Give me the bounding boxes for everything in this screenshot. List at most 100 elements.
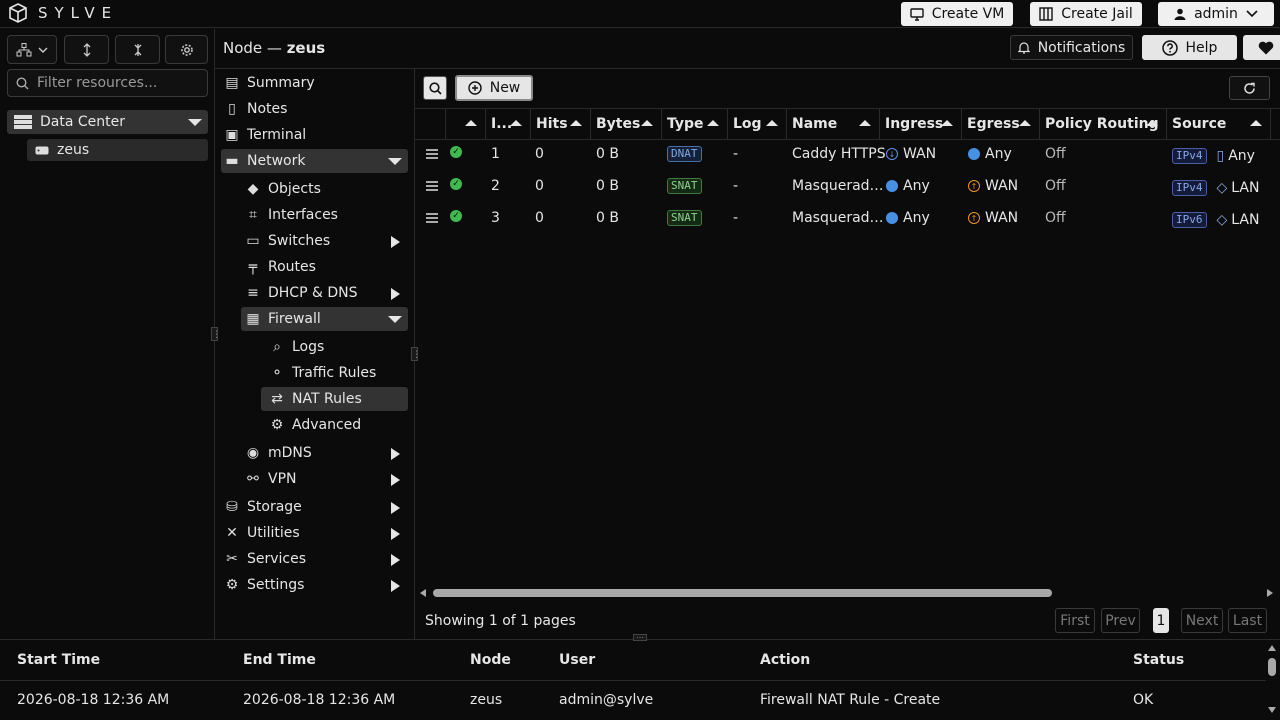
col-source[interactable]: Source	[1167, 109, 1271, 139]
col-log[interactable]: Log	[728, 109, 787, 139]
cell-id: 2	[491, 178, 500, 194]
refresh-button[interactable]	[1229, 76, 1270, 100]
first-page-button[interactable]: First	[1055, 608, 1095, 633]
drag-handle-icon[interactable]	[426, 144, 438, 164]
drag-handle-icon[interactable]	[426, 176, 438, 196]
user-menu-button[interactable]: admin	[1158, 2, 1274, 26]
nav-dhcp-dns[interactable]: ≡ DHCP & DNS	[245, 281, 408, 305]
col-log-label: Log	[733, 116, 762, 132]
nav-summary[interactable]: ▤ Summary	[224, 71, 408, 95]
next-page-button[interactable]: Next	[1181, 608, 1223, 633]
nav-mdns[interactable]: ◉ mDNS	[245, 441, 408, 465]
cell-log: -	[733, 210, 739, 226]
nav-logs[interactable]: ⌕ Logs	[265, 335, 408, 359]
cell-log: -	[733, 178, 739, 194]
node-header: Node — zeus Notifications Help	[215, 29, 1280, 69]
horizontal-scrollbar[interactable]	[415, 587, 1280, 599]
task-col-user[interactable]: User	[559, 652, 595, 668]
col-drag	[415, 109, 446, 139]
col-egress[interactable]: Egress	[962, 109, 1040, 139]
cell-bytes: 0 B	[596, 178, 619, 194]
scroll-right-icon[interactable]	[1267, 589, 1273, 597]
col-enabled[interactable]	[446, 109, 486, 139]
task-col-action[interactable]: Action	[760, 652, 810, 668]
col-type-label: Type	[667, 116, 704, 132]
prev-page-button[interactable]: Prev	[1101, 608, 1140, 633]
egress-label: Any	[985, 146, 1012, 162]
vertical-scrollbar[interactable]	[1266, 641, 1278, 720]
col-id[interactable]: I...	[486, 109, 531, 139]
nav-firewall-label: Firewall	[268, 311, 321, 327]
type-badge: SNAT	[667, 210, 702, 226]
nav-objects[interactable]: ◆ Objects	[245, 177, 408, 201]
nav-firewall[interactable]: ▦ Firewall	[241, 307, 408, 331]
summary-icon: ▤	[225, 75, 239, 91]
title-prefix: Node —	[223, 39, 282, 57]
traffic-icon: ⚬	[271, 365, 283, 381]
col-name[interactable]: Name	[787, 109, 880, 139]
nav-terminal[interactable]: ▣ Terminal	[224, 123, 408, 147]
nav-routes[interactable]: ╤ Routes	[245, 255, 408, 279]
new-rule-button[interactable]: New	[455, 75, 533, 101]
col-bytes[interactable]: Bytes	[591, 109, 662, 139]
collapse-all-button[interactable]	[115, 35, 160, 64]
scroll-up-icon[interactable]	[1268, 645, 1276, 651]
type-badge: SNAT	[667, 178, 702, 194]
scroll-left-icon[interactable]	[420, 589, 426, 597]
nav-traffic-rules[interactable]: ⚬ Traffic Rules	[265, 361, 408, 385]
scrollbar-thumb[interactable]	[433, 589, 1052, 597]
tree-item-data-center[interactable]: Data Center	[7, 110, 208, 134]
host-icon: ▯	[1216, 148, 1225, 164]
help-button[interactable]: Help	[1142, 35, 1237, 60]
page-1-button[interactable]: 1	[1153, 608, 1169, 633]
search-icon	[428, 81, 442, 95]
nav-services-label: Services	[247, 551, 307, 567]
bottom-resize-handle[interactable]: ⋯	[633, 634, 647, 642]
nav-vpn[interactable]: ⚯ VPN	[245, 467, 408, 491]
col-type[interactable]: Type	[662, 109, 728, 139]
monitor-icon	[909, 7, 924, 21]
scrollbar-thumb[interactable]	[1268, 658, 1276, 676]
task-status: OK	[1133, 692, 1154, 708]
task-col-start[interactable]: Start Time	[17, 652, 100, 668]
task-col-node[interactable]: Node	[470, 652, 511, 668]
task-col-status[interactable]: Status	[1133, 652, 1184, 668]
col-ingress[interactable]: Ingress	[880, 109, 962, 139]
caret-right-icon	[391, 580, 400, 592]
nav-nat-rules[interactable]: ⇄ NAT Rules	[261, 387, 408, 411]
broadcast-icon: ◉	[246, 445, 260, 461]
help-circle-icon	[1161, 39, 1178, 56]
tree-view-button[interactable]	[7, 35, 57, 64]
search-button[interactable]	[423, 76, 447, 100]
nav-switches[interactable]: ▭ Switches	[245, 229, 408, 253]
task-col-end[interactable]: End Time	[243, 652, 316, 668]
node-icon	[35, 146, 49, 154]
nav-network[interactable]: ▬ Network	[221, 149, 408, 173]
col-policy-routing[interactable]: Policy Routing	[1040, 109, 1167, 139]
nav-services[interactable]: ✂ Services	[224, 547, 408, 571]
notifications-label: Notifications	[1037, 39, 1126, 56]
app-logo[interactable]: SYLVE	[8, 3, 118, 23]
nav-notes[interactable]: ▯ Notes	[224, 97, 408, 121]
enabled-check-icon: ✓	[450, 174, 462, 194]
donate-heart-button[interactable]	[1243, 35, 1280, 60]
egress-label: WAN	[985, 210, 1019, 226]
scroll-down-icon[interactable]	[1268, 707, 1276, 713]
nav-interfaces[interactable]: ⌗ Interfaces	[245, 203, 408, 227]
notifications-button[interactable]: Notifications	[1010, 35, 1133, 60]
create-jail-button[interactable]: Create Jail	[1030, 2, 1142, 26]
nav-advanced[interactable]: ⚙ Advanced	[265, 413, 408, 437]
nav-settings[interactable]: ⚙ Settings	[224, 573, 408, 597]
expand-all-button[interactable]	[64, 35, 109, 64]
tree-item-zeus[interactable]: zeus	[27, 139, 208, 161]
caret-down-icon[interactable]	[188, 119, 202, 126]
nav-storage[interactable]: ⛁ Storage	[224, 495, 408, 519]
last-page-button[interactable]: Last	[1228, 608, 1267, 633]
filter-resources-input[interactable]: Filter resources...	[7, 69, 208, 97]
create-vm-button[interactable]: Create VM	[901, 2, 1013, 26]
col-hits[interactable]: Hits	[531, 109, 591, 139]
nav-utilities[interactable]: ✕ Utilities	[224, 521, 408, 545]
sort-asc-icon	[641, 120, 653, 126]
tree-settings-button[interactable]	[165, 35, 208, 64]
drag-handle-icon[interactable]	[426, 208, 438, 228]
